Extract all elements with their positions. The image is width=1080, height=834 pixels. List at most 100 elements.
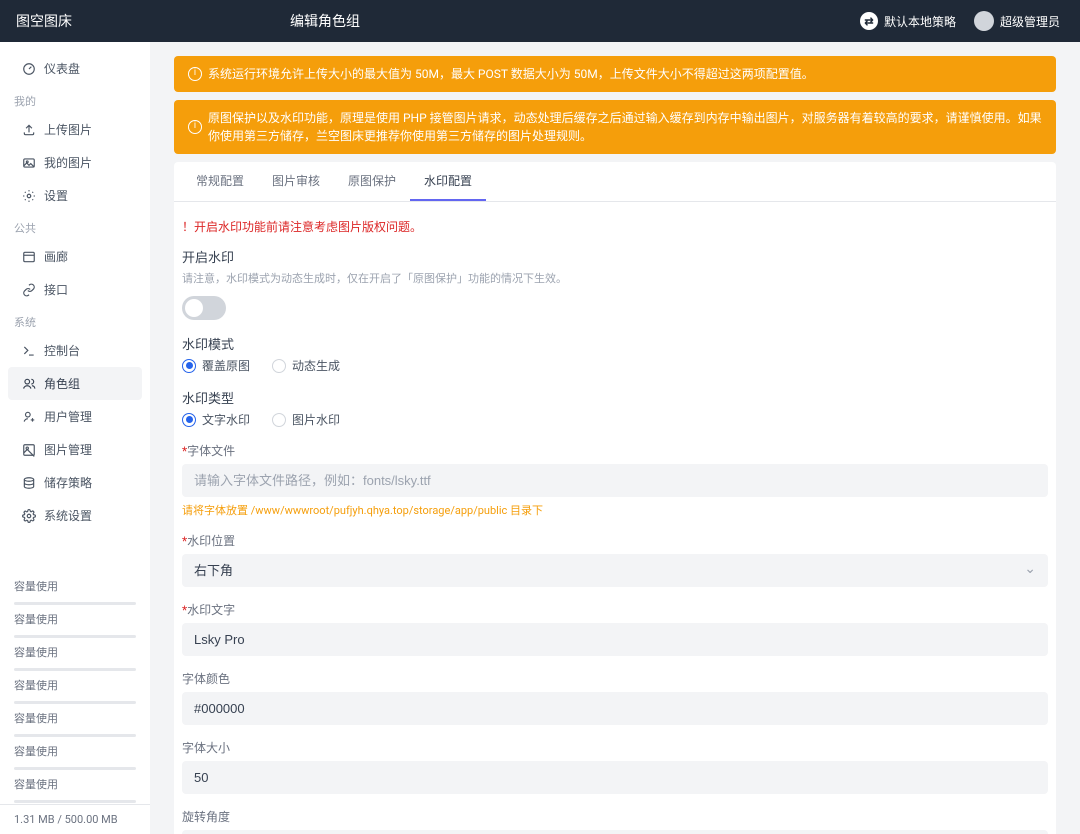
tab-protect[interactable]: 原图保护	[334, 162, 410, 201]
user-menu[interactable]: 超级管理员	[974, 11, 1060, 31]
alert-upload-limit: i 系统运行环境允许上传大小的最大值为 50M，最大 POST 数据大小为 50…	[174, 56, 1056, 92]
database-icon	[22, 476, 36, 490]
swap-icon: ⇄	[860, 12, 878, 30]
font-file-input[interactable]	[182, 464, 1048, 497]
radio-label: 图片水印	[292, 411, 340, 428]
sidebar-item-api[interactable]: 接口	[8, 273, 142, 306]
radio-icon	[272, 413, 286, 427]
upload-icon	[22, 123, 36, 137]
info-icon: i	[188, 120, 202, 134]
enable-watermark-desc: 请注意，水印模式为动态生成时，仅在开启了「原图保护」功能的情况下生效。	[182, 270, 1048, 286]
sidebar-item-upload[interactable]: 上传图片	[8, 113, 142, 146]
watermark-mode-title: 水印模式	[182, 334, 1048, 353]
user-label: 超级管理员	[1000, 13, 1060, 30]
sidebar-item-label: 用户管理	[44, 408, 92, 425]
sidebar-item-console[interactable]: 控制台	[8, 334, 142, 367]
type-image-radio[interactable]: 图片水印	[272, 411, 340, 428]
usage-label: 容量使用	[0, 572, 150, 600]
sidebar-item-label: 储存策略	[44, 474, 92, 491]
color-input[interactable]	[182, 692, 1048, 725]
policy-switch[interactable]: ⇄ 默认本地策略	[860, 12, 956, 30]
usage-label: 容量使用	[0, 737, 150, 765]
text-label: *水印文字	[182, 601, 1048, 618]
position-label: *水印位置	[182, 532, 1048, 549]
sidebar-group-label: 我的	[0, 85, 150, 113]
tab-watermark[interactable]: 水印配置	[410, 162, 486, 201]
sidebar-item-label: 我的图片	[44, 154, 92, 171]
sidebar-item-label: 上传图片	[44, 121, 92, 138]
type-text-radio[interactable]: 文字水印	[182, 411, 250, 428]
tab-review[interactable]: 图片审核	[258, 162, 334, 201]
storage-usage: 1.31 MB / 500.00 MB	[0, 804, 150, 834]
terminal-icon	[22, 344, 36, 358]
enable-watermark-toggle[interactable]	[182, 296, 226, 320]
mode-dynamic-radio[interactable]: 动态生成	[272, 357, 340, 374]
sidebar-item-label: 设置	[44, 187, 68, 204]
watermark-type-title: 水印类型	[182, 388, 1048, 407]
policy-label: 默认本地策略	[884, 13, 956, 30]
sidebar-item-label: 图片管理	[44, 441, 92, 458]
sidebar-item-sys-settings[interactable]: 系统设置	[8, 499, 142, 532]
sidebar-item-label: 仪表盘	[44, 60, 80, 77]
mode-overwrite-radio[interactable]: 覆盖原图	[182, 357, 250, 374]
main-content: i 系统运行环境允许上传大小的最大值为 50M，最大 POST 数据大小为 50…	[150, 42, 1080, 834]
usage-label: 容量使用	[0, 671, 150, 699]
sidebar-item-label: 角色组	[44, 375, 80, 392]
sidebar-item-storage[interactable]: 储存策略	[8, 466, 142, 499]
sidebar-item-label: 画廊	[44, 248, 68, 265]
radio-icon	[182, 413, 196, 427]
usage-label: 容量使用	[0, 638, 150, 666]
user-gear-icon	[22, 410, 36, 424]
color-label: 字体颜色	[182, 670, 1048, 687]
radio-label: 动态生成	[292, 357, 340, 374]
info-icon: i	[188, 67, 202, 81]
avatar	[974, 11, 994, 31]
image-icon	[22, 443, 36, 457]
sidebar-item-label: 控制台	[44, 342, 80, 359]
alert-text: 原图保护以及水印功能，原理是使用 PHP 接管图片请求，动态处理后缓存之后通过输…	[208, 109, 1042, 145]
images-icon	[22, 156, 36, 170]
toggle-knob	[185, 299, 203, 317]
font-file-label: *字体文件	[182, 442, 1048, 459]
sidebar-group-label: 系统	[0, 306, 150, 334]
users-icon	[22, 377, 36, 391]
sidebar-item-my-images[interactable]: 我的图片	[8, 146, 142, 179]
sidebar-item-image-mgmt[interactable]: 图片管理	[8, 433, 142, 466]
sidebar-item-label: 系统设置	[44, 507, 92, 524]
gauge-icon	[22, 62, 36, 76]
enable-watermark-title: 开启水印	[182, 247, 1048, 266]
form-panel: 常规配置 图片审核 原图保护 水印配置 ！开启水印功能前请注意考虑图片版权问题。…	[174, 162, 1056, 834]
topbar: 图空图床 编辑角色组 ⇄ 默认本地策略 超级管理员	[0, 0, 1080, 42]
sidebar: 仪表盘 我的 上传图片 我的图片 设置 公共 画廊	[0, 42, 150, 834]
sidebar-item-gallery[interactable]: 画廊	[8, 240, 142, 273]
usage-label: 容量使用	[0, 605, 150, 633]
sidebar-item-settings[interactable]: 设置	[8, 179, 142, 212]
sidebar-group-label: 公共	[0, 212, 150, 240]
link-icon	[22, 283, 36, 297]
sidebar-item-roles[interactable]: 角色组	[8, 367, 142, 400]
gear-icon	[22, 189, 36, 203]
radio-icon	[182, 359, 196, 373]
usage-label: 容量使用	[0, 704, 150, 732]
rotate-input[interactable]	[182, 830, 1048, 834]
radio-icon	[272, 359, 286, 373]
brand-title: 图空图床	[0, 11, 150, 31]
usage-label: 容量使用	[0, 770, 150, 798]
font-file-hint: 请将字体放置 /www/wwwroot/pufjyh.qhya.top/stor…	[182, 502, 1048, 518]
sidebar-item-label: 接口	[44, 281, 68, 298]
text-input[interactable]	[182, 623, 1048, 656]
position-select[interactable]: 右下角	[182, 554, 1048, 587]
radio-label: 覆盖原图	[202, 357, 250, 374]
sidebar-item-user-mgmt[interactable]: 用户管理	[8, 400, 142, 433]
radio-label: 文字水印	[202, 411, 250, 428]
cog-icon	[22, 509, 36, 523]
size-label: 字体大小	[182, 739, 1048, 756]
tabs: 常规配置 图片审核 原图保护 水印配置	[174, 162, 1056, 202]
alert-watermark-warning: i 原图保护以及水印功能，原理是使用 PHP 接管图片请求，动态处理后缓存之后通…	[174, 100, 1056, 154]
alert-text: 系统运行环境允许上传大小的最大值为 50M，最大 POST 数据大小为 50M，…	[208, 65, 814, 83]
size-input[interactable]	[182, 761, 1048, 794]
sidebar-item-dashboard[interactable]: 仪表盘	[8, 52, 142, 85]
tab-general[interactable]: 常规配置	[182, 162, 258, 201]
rotate-label: 旋转角度	[182, 808, 1048, 825]
copyright-warning: ！开启水印功能前请注意考虑图片版权问题。	[182, 218, 1048, 235]
